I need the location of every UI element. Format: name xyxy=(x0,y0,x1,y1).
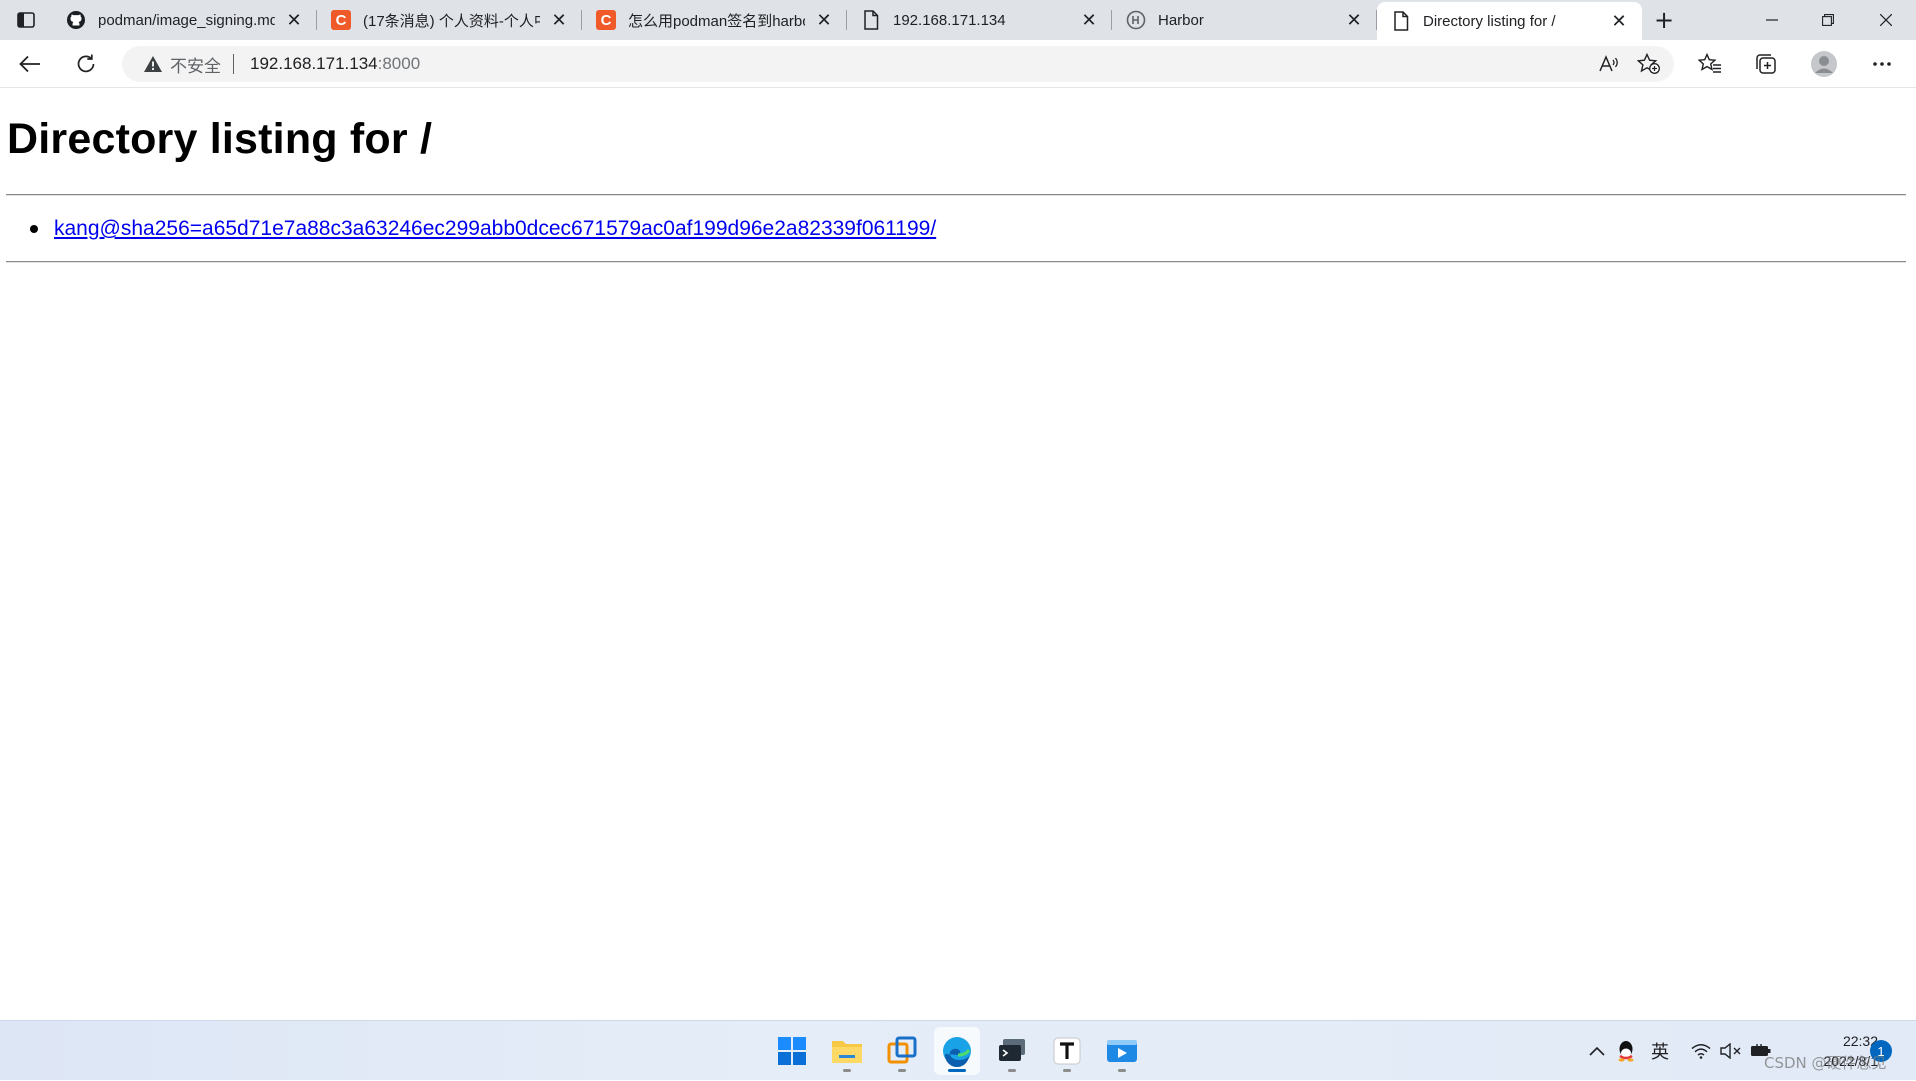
refresh-icon xyxy=(77,54,95,73)
tab-actions-button[interactable] xyxy=(0,0,52,40)
page-heading: Directory listing for / xyxy=(7,115,433,163)
tab-title: 192.168.171.134 xyxy=(893,11,1006,29)
running-indicator xyxy=(1008,1069,1016,1072)
directory-link[interactable]: kang@sha256=a65d71e7a88c3a63246ec299abb0… xyxy=(54,217,936,241)
tab-csdn-article[interactable]: C 怎么用podman签名到harbor ✕ xyxy=(582,0,847,40)
typora-button[interactable] xyxy=(1044,1027,1090,1075)
add-favorite-icon[interactable] xyxy=(1634,50,1664,78)
close-icon[interactable]: ✕ xyxy=(283,9,305,31)
file-explorer-button[interactable] xyxy=(824,1027,870,1075)
edge-button[interactable] xyxy=(934,1027,980,1075)
running-indicator xyxy=(948,1069,966,1072)
restore-icon xyxy=(1822,14,1834,26)
tab-title: podman/image_signing.md xyxy=(98,11,275,29)
running-indicator xyxy=(1063,1069,1071,1072)
network-button[interactable] xyxy=(1688,1021,1714,1081)
url-host: 192.168.171.134 xyxy=(250,54,378,73)
favorites-button[interactable] xyxy=(1690,44,1730,84)
media-player-button[interactable] xyxy=(1099,1027,1145,1075)
settings-menu-button[interactable] xyxy=(1862,44,1902,84)
typora-icon xyxy=(1053,1037,1081,1065)
url-port: :8000 xyxy=(377,54,421,73)
warning-icon[interactable] xyxy=(142,53,164,75)
volume-button[interactable] xyxy=(1718,1021,1744,1081)
more-horizontal-icon xyxy=(1873,62,1891,66)
running-indicator xyxy=(898,1069,906,1072)
read-aloud-icon[interactable] xyxy=(1594,50,1624,78)
watermark-text: CSDN @硬件忽见 xyxy=(1764,1054,1887,1072)
tab-title: (17条消息) 个人资料-个人中 xyxy=(363,12,540,30)
tab-harbor[interactable]: Harbor ✕ xyxy=(1112,0,1377,40)
close-icon[interactable]: ✕ xyxy=(813,9,835,31)
tab-ip[interactable]: 192.168.171.134 ✕ xyxy=(847,0,1112,40)
collections-button[interactable] xyxy=(1746,44,1786,84)
minimize-button[interactable] xyxy=(1744,0,1800,40)
media-player-icon xyxy=(1107,1040,1137,1062)
tab-strip: podman/image_signing.md ✕ C (17条消息) 个人资料… xyxy=(0,0,1916,40)
close-icon xyxy=(1880,14,1892,26)
close-icon[interactable]: ✕ xyxy=(1078,9,1100,31)
vmware-icon xyxy=(887,1036,917,1064)
qq-icon xyxy=(1618,1041,1634,1062)
csdn-icon: C xyxy=(331,10,351,30)
list-item: kang@sha256=a65d71e7a88c3a63246ec299abb0… xyxy=(30,217,936,241)
tab-csdn-profile[interactable]: C (17条消息) 个人资料-个人中 ✕ xyxy=(317,0,582,40)
qq-tray-button[interactable] xyxy=(1614,1021,1638,1081)
start-button[interactable] xyxy=(769,1027,815,1075)
profile-button[interactable] xyxy=(1804,44,1844,84)
page-content: Directory listing for / kang@sha256=a65d… xyxy=(0,89,1916,1020)
running-indicator xyxy=(1118,1069,1126,1072)
divider xyxy=(6,261,1906,263)
bullet xyxy=(30,225,38,233)
show-hidden-icons-button[interactable] xyxy=(1584,1021,1610,1081)
close-icon[interactable]: ✕ xyxy=(1608,10,1630,32)
terminal-icon xyxy=(999,1039,1025,1061)
tab-github[interactable]: podman/image_signing.md ✕ xyxy=(52,0,317,40)
page-icon xyxy=(1391,11,1411,31)
restore-button[interactable] xyxy=(1800,0,1856,40)
close-window-button[interactable] xyxy=(1858,0,1914,40)
back-button[interactable] xyxy=(10,44,50,84)
running-indicator xyxy=(843,1069,851,1072)
wifi-icon xyxy=(1691,1044,1711,1059)
harbor-icon xyxy=(1126,10,1146,30)
browser-toolbar: 不安全 192.168.171.134:8000 xyxy=(0,40,1916,88)
tab-title: Harbor xyxy=(1158,11,1204,29)
start-icon xyxy=(778,1037,806,1065)
avatar-icon xyxy=(1811,51,1837,77)
taskbar: 英 22:32 2022/8/1 xyxy=(0,1020,1916,1080)
tab-title: Directory listing for / xyxy=(1423,12,1556,30)
new-tab-button[interactable]: + xyxy=(1642,0,1686,40)
edge-icon xyxy=(943,1037,971,1067)
csdn-icon: C xyxy=(596,10,616,30)
minimize-icon xyxy=(1766,19,1778,21)
favorites-icon xyxy=(1698,53,1721,73)
directory-list: kang@sha256=a65d71e7a88c3a63246ec299abb0… xyxy=(30,217,936,241)
divider xyxy=(6,194,1906,196)
close-icon[interactable]: ✕ xyxy=(548,9,570,31)
page-icon xyxy=(861,10,881,30)
back-arrow-icon xyxy=(19,55,40,73)
tab-title: 怎么用podman签名到harbor xyxy=(628,12,805,30)
terminal-button[interactable] xyxy=(989,1027,1035,1075)
tab-directory-listing[interactable]: Directory listing for / ✕ xyxy=(1377,2,1642,40)
vmware-button[interactable] xyxy=(879,1027,925,1075)
tab-actions-icon xyxy=(17,12,35,28)
file-explorer-icon xyxy=(832,1041,862,1063)
github-icon xyxy=(66,10,86,30)
clock-time: 22:32 xyxy=(1842,1033,1878,1049)
address-divider xyxy=(233,54,234,74)
security-status-label[interactable]: 不安全 xyxy=(170,52,221,77)
address-bar[interactable]: 不安全 192.168.171.134:8000 xyxy=(122,46,1674,82)
close-icon[interactable]: ✕ xyxy=(1343,9,1365,31)
refresh-button[interactable] xyxy=(66,44,106,84)
chevron-up-icon xyxy=(1589,1046,1605,1056)
ime-indicator[interactable]: 英 xyxy=(1646,1021,1674,1081)
volume-muted-icon xyxy=(1720,1043,1741,1059)
collections-icon xyxy=(1756,54,1776,74)
